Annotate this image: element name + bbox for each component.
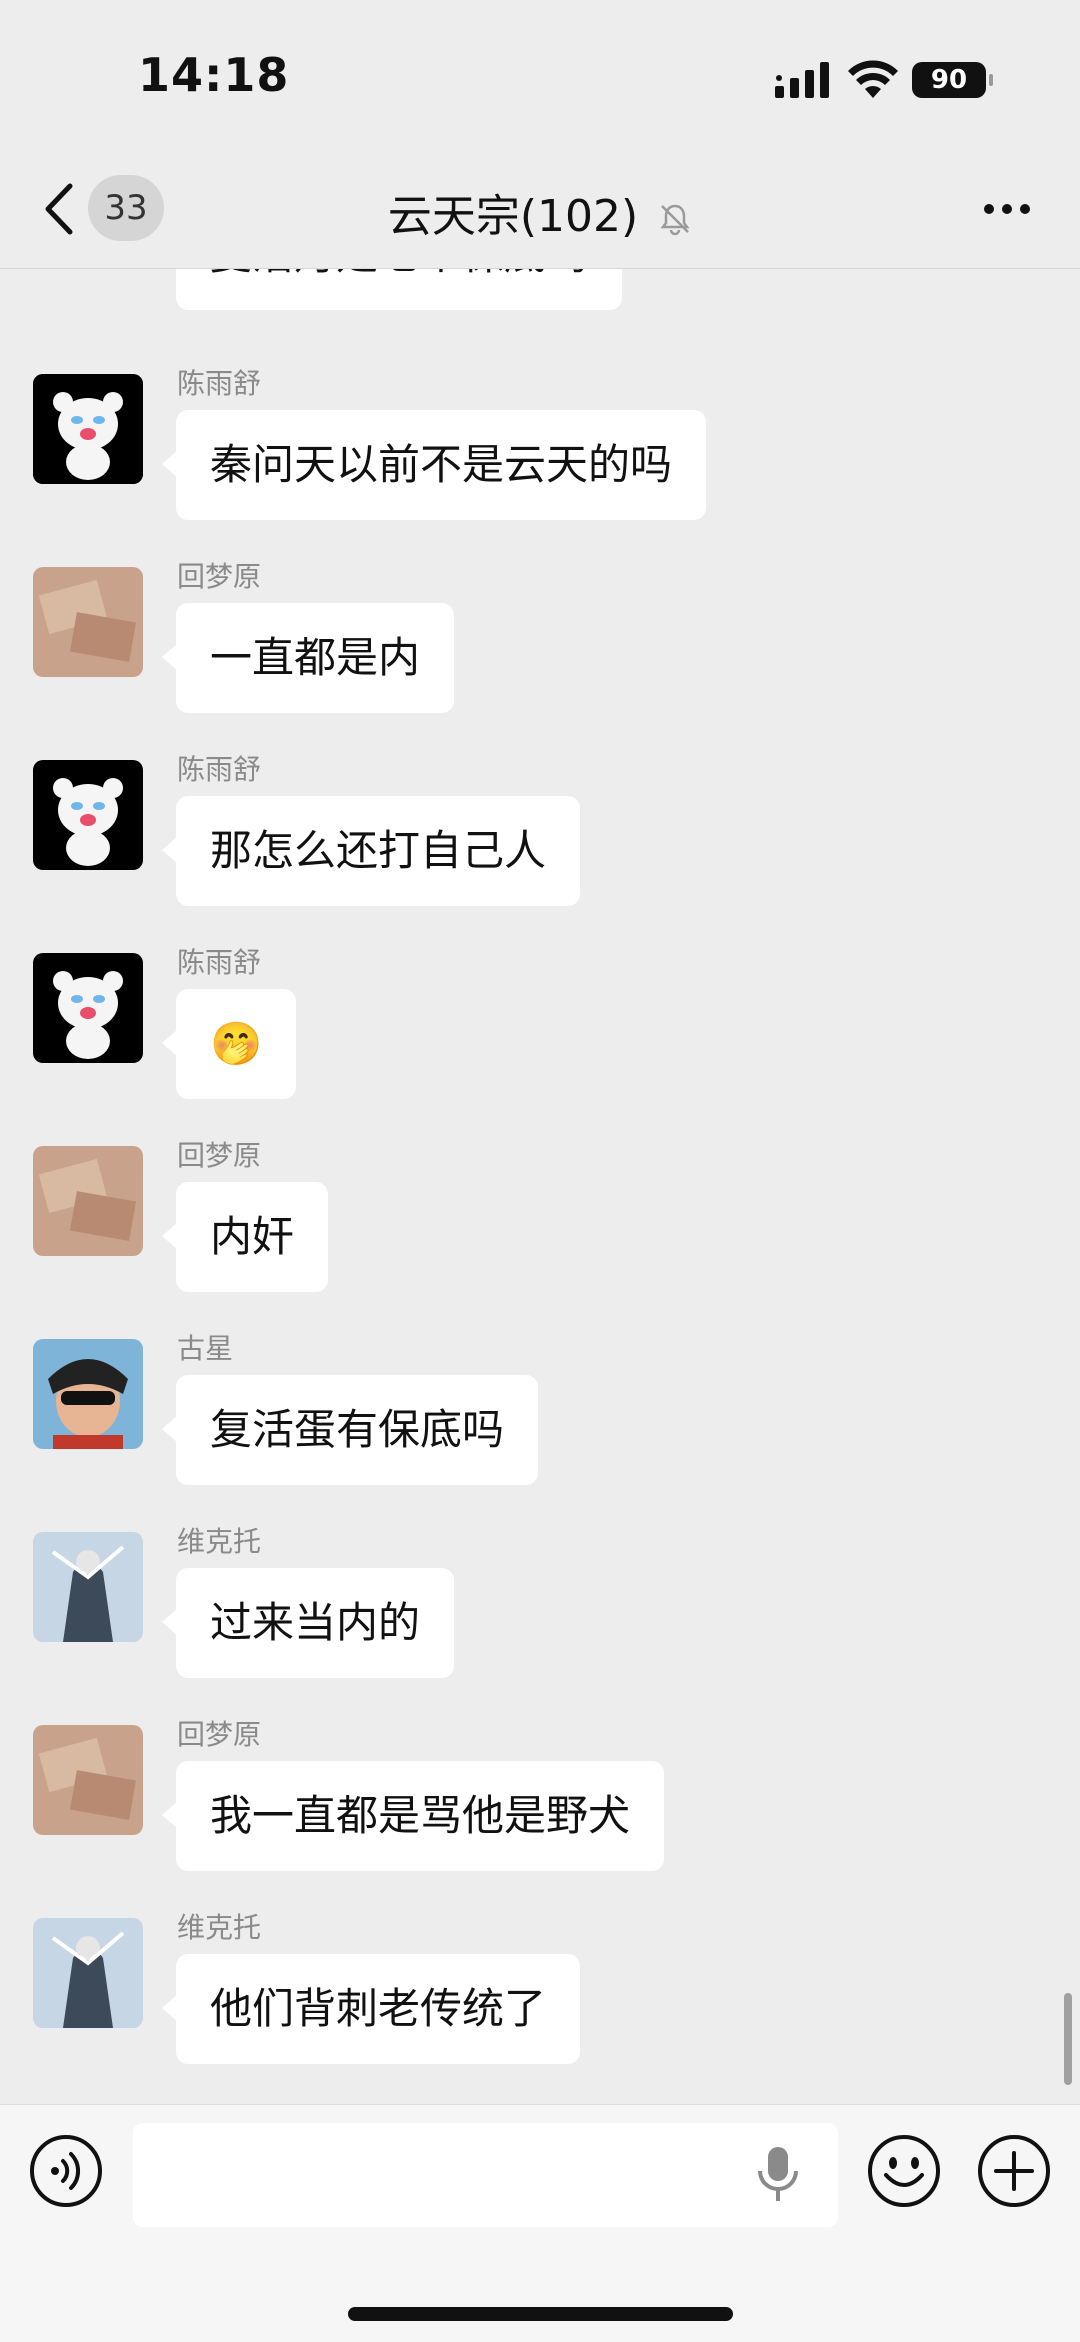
sender-name: 回梦原 <box>177 1139 262 1172</box>
avatar[interactable] <box>33 1146 143 1256</box>
status-bar: 14:18 90 <box>0 0 1080 150</box>
home-indicator[interactable] <box>348 2307 733 2321</box>
message-bubble[interactable]: 我一直都是骂他是野犬 <box>161 1761 665 1871</box>
message-bubble[interactable]: 复活丹是七个保底吗 <box>176 268 623 310</box>
group-name: 云天宗(102) <box>387 191 639 242</box>
scrollbar[interactable] <box>1064 1993 1072 2085</box>
message-bubble[interactable]: 一直都是内 <box>161 603 455 713</box>
sender-name: 维克托 <box>177 1525 262 1558</box>
avatar[interactable] <box>33 760 143 870</box>
avatar[interactable] <box>33 1918 143 2028</box>
message-bubble[interactable]: 他们背刺老传统了 <box>161 1954 581 2064</box>
sender-name: 回梦原 <box>177 560 262 593</box>
avatar[interactable] <box>33 374 143 484</box>
sender-name: 回梦原 <box>177 1718 262 1751</box>
avatar[interactable] <box>33 1725 143 1835</box>
battery-indicator: 90 <box>912 62 993 98</box>
sender-name: 陈雨舒 <box>177 367 262 400</box>
message-bubble[interactable]: 过来当内的 <box>161 1568 455 1678</box>
more-horizontal-icon[interactable] <box>982 202 1032 216</box>
message-bubble[interactable]: 复活蛋有保底吗 <box>161 1375 539 1485</box>
plus-icon[interactable] <box>976 2133 1052 2209</box>
signal-icon <box>775 62 829 98</box>
voice-icon[interactable] <box>28 2133 104 2209</box>
avatar[interactable] <box>33 567 143 677</box>
message-bubble[interactable]: 秦问天以前不是云天的吗 <box>161 410 707 520</box>
input-bar <box>0 2104 1080 2342</box>
message-bubble[interactable]: 内奸 <box>161 1182 329 1292</box>
avatar[interactable] <box>33 1532 143 1642</box>
emoji-bubble[interactable]: 🤭 <box>161 989 297 1099</box>
emoji-icon[interactable] <box>866 2133 942 2209</box>
wifi-icon <box>848 60 898 98</box>
bell-off-icon <box>660 204 690 236</box>
sender-name: 陈雨舒 <box>177 753 262 786</box>
sender-name: 维克托 <box>177 1911 262 1944</box>
sender-name: 陈雨舒 <box>177 946 262 979</box>
message-input[interactable] <box>133 2123 838 2227</box>
sender-name: 古星 <box>177 1332 234 1365</box>
message-bubble[interactable]: 那怎么还打自己人 <box>161 796 581 906</box>
chat-header: 33 云天宗(102) <box>0 150 1080 269</box>
avatar[interactable] <box>33 953 143 1063</box>
avatar[interactable] <box>33 1339 143 1449</box>
message-list[interactable]: 复活丹是七个保底吗 陈雨舒 秦问天以前不是云天的吗 回梦原 一直都是内 <box>0 268 1080 2104</box>
microphone-icon[interactable] <box>756 2145 800 2205</box>
status-time: 14:18 <box>138 48 290 102</box>
chat-title[interactable]: 云天宗(102) <box>0 180 1080 244</box>
